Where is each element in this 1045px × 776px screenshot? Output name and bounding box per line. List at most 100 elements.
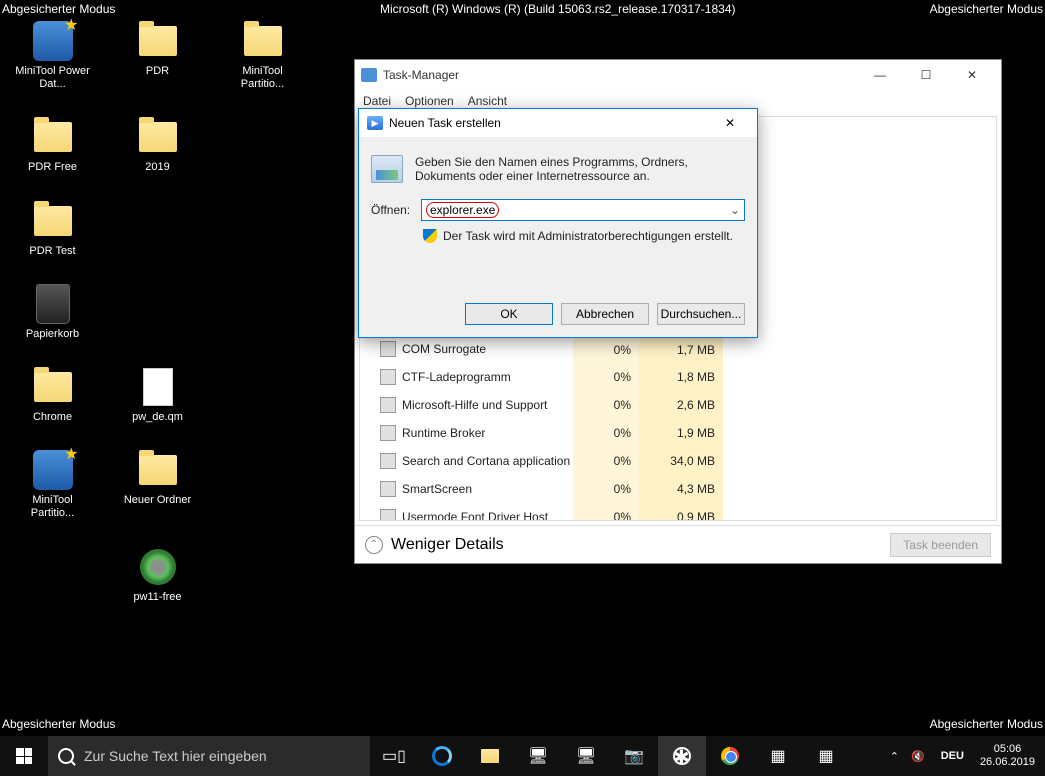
desktop-item-label: MiniTool Partitio... [15, 494, 90, 520]
clock[interactable]: 05:06 26.06.2019 [980, 743, 1035, 769]
process-memory: 1,9 MB [639, 419, 723, 447]
app-icon-1[interactable]: 🖥 [514, 736, 562, 776]
admin-note: Der Task wird mit Administratorberechtig… [443, 229, 733, 243]
desktop-icon[interactable]: Neuer Ordner [120, 449, 195, 520]
desktop-item-icon [32, 283, 74, 325]
create-new-task-dialog: ▶ Neuen Task erstellen ✕ Geben Sie den N… [358, 108, 758, 338]
start-button[interactable] [0, 736, 48, 776]
process-cpu: 0% [573, 419, 639, 447]
desktop-item-icon [32, 366, 74, 408]
desktop-item-label: MiniTool Power Dat... [15, 65, 90, 91]
desktop-item-label: Chrome [33, 411, 72, 424]
process-name: Microsoft-Hilfe und Support [402, 398, 547, 412]
app-icon-2[interactable]: 🖥 [562, 736, 610, 776]
process-memory: 34,0 MB [639, 447, 723, 475]
app-icon-3[interactable]: 📷 [610, 736, 658, 776]
desktop-item-label: MiniTool Partitio... [225, 65, 300, 91]
desktop-icon[interactable]: MiniTool Power Dat... [15, 20, 90, 91]
process-cpu: 0% [573, 503, 639, 521]
edge-icon[interactable] [418, 736, 466, 776]
clock-time: 05:06 [980, 743, 1035, 756]
search-icon [58, 748, 74, 764]
process-row[interactable]: CTF-Ladeprogramm0%1,8 MB [360, 363, 996, 391]
menu-view[interactable]: Ansicht [468, 94, 507, 108]
desktop-item-icon [137, 366, 179, 408]
process-memory: 4,3 MB [639, 475, 723, 503]
desktop-icon[interactable]: pw_de.qm [120, 366, 195, 424]
desktop-item-label: Neuer Ordner [124, 494, 191, 507]
run-dialog-icon: ▶ [367, 116, 383, 130]
process-memory: 0,9 MB [639, 503, 723, 521]
task-manager-titlebar[interactable]: Task-Manager — ☐ ✕ [355, 60, 1001, 90]
process-row[interactable]: SmartScreen0%4,3 MB [360, 475, 996, 503]
desktop-icon[interactable]: PDR Free [15, 116, 90, 174]
menu-options[interactable]: Optionen [405, 94, 454, 108]
taskbar-search[interactable]: Zur Suche Text hier eingeben [48, 736, 370, 776]
desktop-icon[interactable]: PDR Test [15, 200, 90, 258]
task-manager-title: Task-Manager [383, 68, 459, 82]
process-icon [380, 425, 396, 441]
chrome-icon[interactable] [706, 736, 754, 776]
desktop-icon[interactable]: Chrome [15, 366, 90, 424]
process-cpu: 0% [573, 447, 639, 475]
desktop-icon[interactable]: MiniTool Partitio... [225, 20, 300, 91]
desktop-item-icon [32, 200, 74, 242]
fewer-details-label[interactable]: Weniger Details [391, 536, 504, 554]
process-name: COM Surrogate [402, 342, 486, 356]
settings-icon[interactable] [658, 736, 706, 776]
cancel-button[interactable]: Abbrechen [561, 303, 649, 325]
language-indicator[interactable]: DEU [937, 748, 968, 764]
process-memory: 2,6 MB [639, 391, 723, 419]
maximize-button[interactable]: ☐ [903, 61, 949, 89]
menu-file[interactable]: Datei [363, 94, 391, 108]
desktop-icon[interactable]: Papierkorb [15, 283, 90, 341]
desktop-item-icon [32, 449, 74, 491]
desktop-item-label: pw_de.qm [132, 411, 183, 424]
safe-mode-label-tr: Abgesicherter Modus [930, 2, 1043, 16]
desktop-item-label: PDR Free [28, 161, 77, 174]
ok-button[interactable]: OK [465, 303, 553, 325]
close-icon[interactable]: ✕ [711, 110, 749, 136]
tray-chevron-icon[interactable]: ⌃ [890, 750, 899, 763]
taskbar: Zur Suche Text hier eingeben ▭▯ 🖥 🖥 📷 ▦ … [0, 736, 1045, 776]
process-list: COM Surrogate0%1,7 MBCTF-Ladeprogramm0%1… [360, 335, 996, 521]
minimize-button[interactable]: — [857, 61, 903, 89]
file-explorer-icon[interactable] [466, 736, 514, 776]
end-task-button[interactable]: Task beenden [890, 533, 991, 557]
task-view-button[interactable]: ▭▯ [370, 736, 418, 776]
process-icon [380, 397, 396, 413]
task-manager-taskbar-icon[interactable]: ▦ [802, 736, 850, 776]
process-row[interactable]: Microsoft-Hilfe und Support0%2,6 MB [360, 391, 996, 419]
browse-button[interactable]: Durchsuchen... [657, 303, 745, 325]
desktop: MiniTool Power Dat... PDR MiniTool Partiti… [15, 20, 315, 629]
desktop-icon[interactable]: 2019 [120, 116, 195, 174]
safe-mode-label-bl: Abgesicherter Modus [2, 717, 115, 731]
process-icon [380, 509, 396, 521]
process-icon [380, 481, 396, 497]
process-cpu: 0% [573, 363, 639, 391]
tray-volume-icon[interactable]: 🔇 [911, 750, 925, 763]
process-icon [380, 453, 396, 469]
collapse-details-icon[interactable]: ⌃ [365, 536, 383, 554]
process-row[interactable]: Usermode Font Driver Host0%0,9 MB [360, 503, 996, 521]
desktop-item-label: pw11-free [133, 591, 181, 604]
chevron-down-icon[interactable]: ⌄ [730, 203, 740, 217]
process-row[interactable]: Search and Cortana application0%34,0 MB [360, 447, 996, 475]
desktop-icon[interactable]: pw11-free [120, 546, 195, 604]
desktop-item-icon [137, 20, 179, 62]
shield-icon [423, 229, 437, 243]
safe-mode-label-br: Abgesicherter Modus [930, 717, 1043, 731]
desktop-icon[interactable]: PDR [120, 20, 195, 91]
process-cpu: 0% [573, 335, 639, 363]
process-row[interactable]: Runtime Broker0%1,9 MB [360, 419, 996, 447]
desktop-item-icon [32, 116, 74, 158]
run-description: Geben Sie den Namen eines Programms, Ord… [415, 155, 745, 183]
process-memory: 1,7 MB [639, 335, 723, 363]
desktop-icon[interactable]: MiniTool Partitio... [15, 449, 90, 520]
close-button[interactable]: ✕ [949, 61, 995, 89]
open-combobox[interactable]: explorer.exe ⌄ [421, 199, 745, 221]
process-name: Search and Cortana application [402, 454, 570, 468]
app-icon-4[interactable]: ▦ [754, 736, 802, 776]
process-row[interactable]: COM Surrogate 0%1,7 MB [360, 335, 996, 363]
run-dialog-titlebar[interactable]: ▶ Neuen Task erstellen ✕ [359, 109, 757, 137]
